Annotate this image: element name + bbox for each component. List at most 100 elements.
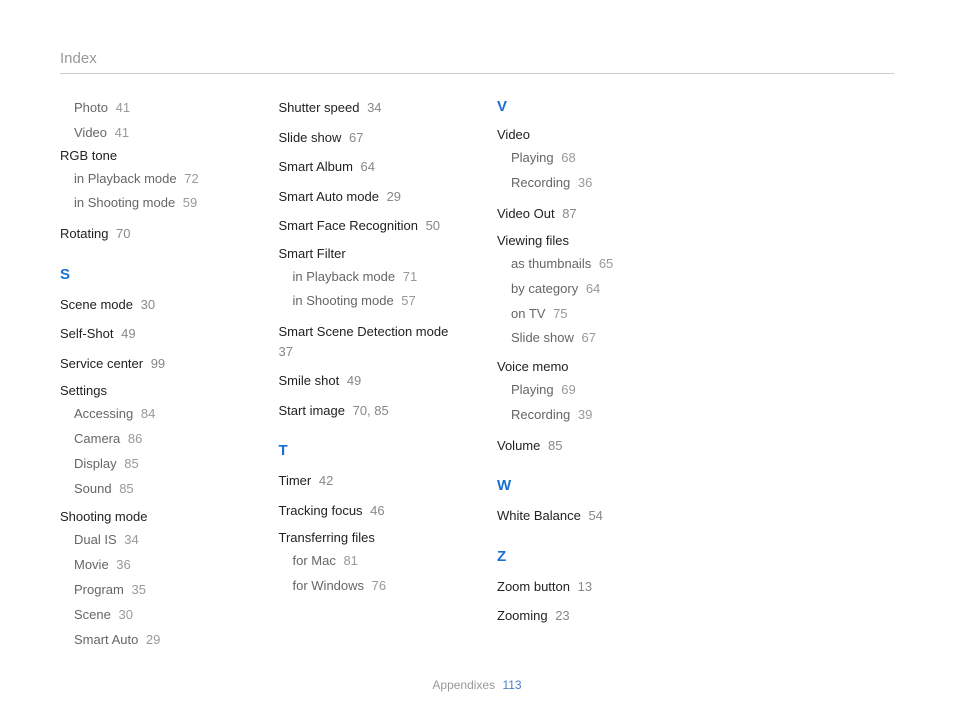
index-subentry-page: 64 (582, 281, 600, 296)
index-subentry[interactable]: in Shooting mode 57 (293, 291, 458, 312)
index-subentry[interactable]: Camera 86 (74, 429, 239, 450)
index-entry[interactable]: Smart Auto mode 29 (279, 187, 458, 207)
index-subentry-page: 57 (398, 293, 416, 308)
index-subentry-page: 71 (399, 269, 417, 284)
index-entry[interactable]: Smart Scene Detection mode 37 (279, 322, 458, 361)
index-subentry-page: 69 (558, 382, 576, 397)
index-entry[interactable]: Smile shot 49 (279, 371, 458, 391)
index-subentry-label: in Playback mode (74, 171, 177, 186)
index-subentry-page: 84 (137, 406, 155, 421)
index-subentry-label: Program (74, 582, 124, 597)
index-entry[interactable]: Start image 70, 85 (279, 401, 458, 421)
index-subentry-label: Recording (511, 407, 570, 422)
index-subentry-page: 39 (574, 407, 592, 422)
index-subentry[interactable]: Playing 69 (511, 380, 676, 401)
index-subentry[interactable]: Slide show 67 (511, 328, 676, 349)
index-entry[interactable]: Tracking focus 46 (279, 501, 458, 521)
index-subentry-page: 35 (128, 582, 146, 597)
index-entry[interactable]: Self-Shot 49 (60, 324, 239, 344)
index-entry-label: Rotating (60, 226, 108, 241)
index-group: RGB tone in Playback mode 72 in Shooting m… (60, 148, 239, 215)
index-entry[interactable]: White Balance 54 (497, 506, 676, 526)
index-subentry[interactable]: in Shooting mode 59 (74, 193, 239, 214)
index-entry[interactable]: Zoom button 13 (497, 577, 676, 597)
index-entry-label: Self-Shot (60, 326, 113, 341)
index-entry-page: 70 (112, 226, 130, 241)
index-entry[interactable]: Timer 42 (279, 471, 458, 491)
index-entry[interactable]: Zooming 23 (497, 606, 676, 626)
index-group-label: RGB tone (60, 148, 239, 163)
index-subentry-label: for Windows (293, 578, 365, 593)
index-entry[interactable]: Slide show 67 (279, 128, 458, 148)
index-subentry[interactable]: Recording 36 (511, 173, 676, 194)
index-entry-label: Timer (279, 473, 312, 488)
index-subentry[interactable]: for Mac 81 (293, 551, 458, 572)
index-entry-page: 23 (552, 608, 570, 623)
index-subentry-page: 36 (574, 175, 592, 190)
index-subentry[interactable]: Sound 85 (74, 479, 239, 500)
index-subentry-label: Smart Auto (74, 632, 138, 647)
index-entry-label: White Balance (497, 508, 581, 523)
index-entry-page: 49 (117, 326, 135, 341)
index-entry[interactable]: Scene mode 30 (60, 295, 239, 315)
index-subentry-page: 81 (340, 553, 358, 568)
index-entry-page: 54 (585, 508, 603, 523)
index-entry-page: 85 (544, 438, 562, 453)
index-subentry-page: 36 (113, 557, 131, 572)
index-entry-label: Smart Face Recognition (279, 218, 418, 233)
index-entry[interactable]: Smart Face Recognition 50 (279, 216, 458, 236)
index-group: Transferring filesfor Mac 81for Windows … (279, 530, 458, 597)
index-subentry[interactable]: Movie 36 (74, 555, 239, 576)
index-subentry[interactable]: by category 64 (511, 279, 676, 300)
index-entry[interactable]: Smart Album 64 (279, 157, 458, 177)
index-group-label: Shooting mode (60, 509, 239, 524)
index-subentry-page: 65 (595, 256, 613, 271)
index-group: SettingsAccessing 84Camera 86Display 85S… (60, 383, 239, 499)
index-entry-label: Shutter speed (279, 100, 360, 115)
index-subentry[interactable]: as thumbnails 65 (511, 254, 676, 275)
index-subentry-label: on TV (511, 306, 545, 321)
index-entry[interactable]: Video Out 87 (497, 204, 676, 224)
index-subentry-page: 76 (368, 578, 386, 593)
index-subentry[interactable]: on TV 75 (511, 304, 676, 325)
index-subentry[interactable]: for Windows 76 (293, 576, 458, 597)
index-entry-label: Zooming (497, 608, 548, 623)
index-entry[interactable]: Rotating 70 (60, 224, 239, 244)
index-subentry[interactable]: in Playback mode 72 (74, 169, 239, 190)
index-entry-page: 70, 85 (349, 403, 389, 418)
index-subentry[interactable]: Smart Auto 29 (74, 630, 239, 651)
index-subentry-page: 30 (115, 607, 133, 622)
index-subentry[interactable]: Photo 41 (74, 98, 239, 119)
index-entry[interactable]: Volume 85 (497, 436, 676, 456)
index-group: Video Playing 68 Recording 36 (497, 127, 676, 194)
index-group-label: Video (497, 127, 676, 142)
index-entry-page: 99 (147, 356, 165, 371)
index-entry-page: 87 (559, 206, 577, 221)
index-subentry[interactable]: in Playback mode 71 (293, 267, 458, 288)
index-entry-page: 30 (137, 297, 155, 312)
index-entry-label: Zoom button (497, 579, 570, 594)
index-entry[interactable]: Shutter speed 34 (279, 98, 458, 118)
index-entry-page: 42 (315, 473, 333, 488)
index-subentry[interactable]: Recording 39 (511, 405, 676, 426)
index-entry-label: Video Out (497, 206, 555, 221)
index-entry-page: 50 (422, 218, 440, 233)
index-subentry-page: 75 (549, 306, 567, 321)
index-entry[interactable]: Service center 99 (60, 354, 239, 374)
index-subentry[interactable]: Accessing 84 (74, 404, 239, 425)
index-subentry[interactable]: Display 85 (74, 454, 239, 475)
index-section-letter: S (60, 266, 239, 283)
index-subentry[interactable]: Playing 68 (511, 148, 676, 169)
index-subentry[interactable]: Dual IS 34 (74, 530, 239, 551)
index-subentry-page: 67 (578, 330, 596, 345)
index-entry-label: Smart Auto mode (279, 189, 379, 204)
index-subentry-label: Video (74, 125, 107, 140)
index-subentry-label: Playing (511, 150, 554, 165)
index-subentry-page: 86 (124, 431, 142, 446)
index-subentry-page: 85 (116, 481, 134, 496)
index-group: Voice memoPlaying 69Recording 39 (497, 359, 676, 426)
index-subentry[interactable]: Program 35 (74, 580, 239, 601)
index-subentry[interactable]: Video 41 (74, 123, 239, 144)
index-section-letter: V (497, 98, 676, 115)
index-subentry[interactable]: Scene 30 (74, 605, 239, 626)
